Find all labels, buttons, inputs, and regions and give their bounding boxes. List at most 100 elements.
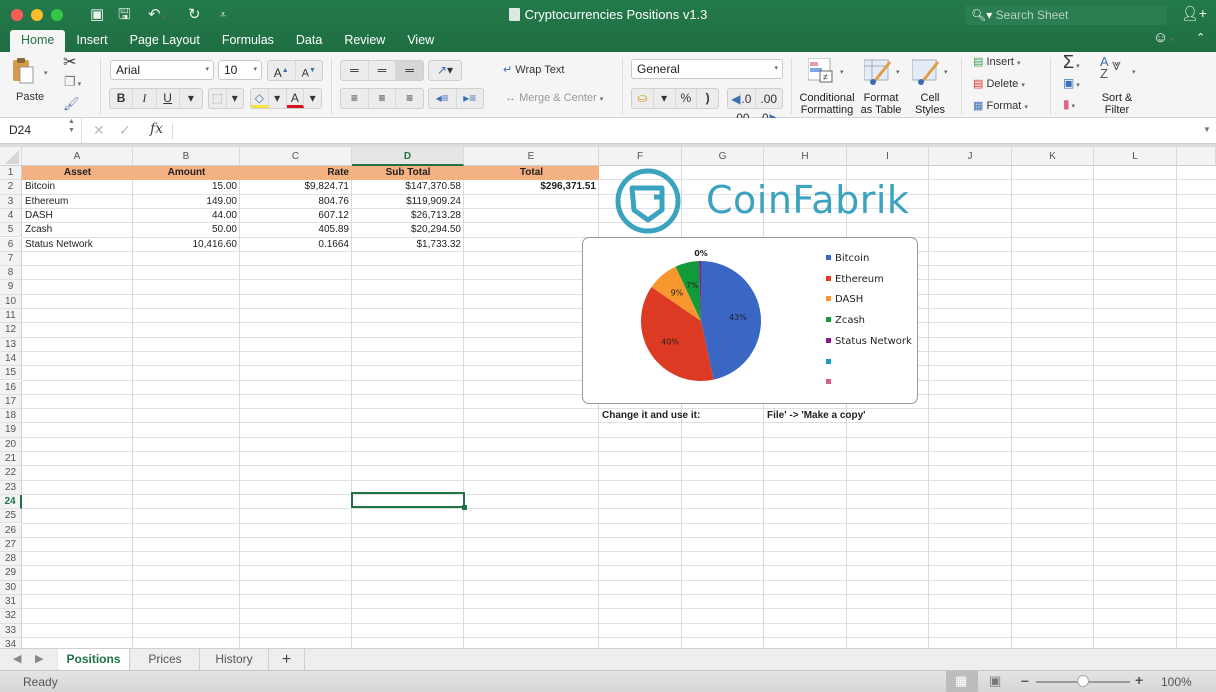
align-middle-button[interactable]: ═ xyxy=(369,61,397,80)
paste-button[interactable] xyxy=(12,57,34,84)
font-color-dropdown-icon[interactable]: ▾ xyxy=(304,89,321,108)
sheet-tab-history[interactable]: History xyxy=(200,649,269,671)
column-header-f[interactable]: F xyxy=(599,147,682,166)
legend-item[interactable]: Zcash xyxy=(826,315,865,326)
cell-amount[interactable]: 50.00 xyxy=(133,223,240,237)
fill-button[interactable]: ▣ ▾ xyxy=(1063,76,1080,90)
pie-chart[interactable]: 43% 40% 9% 7% 0% Bitcoin Ethereum DASH Zcash Sta… xyxy=(582,237,918,404)
cell-total[interactable] xyxy=(464,195,599,209)
row-header-5[interactable]: 5 xyxy=(0,223,22,238)
align-center-button[interactable]: ≡ xyxy=(369,89,397,108)
font-color-button[interactable]: A xyxy=(286,89,305,108)
row-header-26[interactable]: 26 xyxy=(0,523,22,538)
feedback-smiley-icon[interactable]: ☺ ▾ xyxy=(1153,29,1174,46)
tab-insert[interactable]: Insert xyxy=(65,30,118,52)
zoom-in-button[interactable]: + xyxy=(1135,672,1143,688)
align-bottom-button[interactable]: ═ xyxy=(396,61,424,80)
expand-formula-bar-icon[interactable]: ▼ xyxy=(1203,125,1211,134)
row-header-12[interactable]: 12 xyxy=(0,323,22,338)
row-header-19[interactable]: 19 xyxy=(0,423,22,438)
fill-handle[interactable] xyxy=(462,505,467,510)
select-all-corner[interactable] xyxy=(0,147,22,166)
sort-filter-icon[interactable]: A Z ⩔ xyxy=(1100,55,1121,80)
legend-item[interactable]: Bitcoin xyxy=(826,253,869,264)
align-right-button[interactable]: ≡ xyxy=(396,89,423,108)
tab-data[interactable]: Data xyxy=(285,30,333,52)
tab-formulas[interactable]: Formulas xyxy=(211,30,285,52)
row-header-34[interactable]: 34 xyxy=(0,637,22,648)
row-header-10[interactable]: 10 xyxy=(0,294,22,309)
accounting-format-button[interactable]: ⛀ xyxy=(632,89,654,108)
decrease-font-size-button[interactable]: A▼ xyxy=(296,61,323,80)
row-header-1[interactable]: 1 xyxy=(0,166,22,181)
cell-total[interactable] xyxy=(464,238,599,252)
decrease-decimal-button[interactable]: .00 .0▶ xyxy=(756,89,783,125)
row-header-23[interactable]: 23 xyxy=(0,480,22,495)
cell-total[interactable] xyxy=(464,223,599,237)
cell-subtotal[interactable]: $119,909.24 xyxy=(352,195,464,209)
row-header-14[interactable]: 14 xyxy=(0,351,22,367)
share-person-icon[interactable]: 👤︎+ xyxy=(1181,5,1207,22)
column-header-i[interactable]: I xyxy=(847,147,929,166)
row-header-7[interactable]: 7 xyxy=(0,251,22,267)
row-header-28[interactable]: 28 xyxy=(0,552,22,567)
note-change-it[interactable]: Change it and use it: xyxy=(599,409,764,423)
row-header-32[interactable]: 32 xyxy=(0,609,22,624)
cell-styles-button[interactable]: Cell Styles xyxy=(910,92,950,116)
bold-button[interactable]: B xyxy=(110,89,134,108)
header-asset[interactable]: Asset xyxy=(22,166,133,180)
column-header-m[interactable] xyxy=(1177,147,1216,166)
column-header-l[interactable]: L xyxy=(1094,147,1177,166)
row-header-31[interactable]: 31 xyxy=(0,595,22,610)
accounting-dropdown-icon[interactable]: ▾ xyxy=(654,89,676,108)
column-header-j[interactable]: J xyxy=(929,147,1012,166)
cell-asset[interactable]: DASH xyxy=(22,209,133,223)
cell-total[interactable]: $296,371.51 xyxy=(464,180,599,194)
row-header-21[interactable]: 21 xyxy=(0,452,22,467)
chevron-down-icon[interactable]: ▾ xyxy=(1132,68,1136,76)
column-header-e[interactable]: E xyxy=(464,147,599,166)
cell-rate[interactable]: $9,824.71 xyxy=(240,180,352,194)
wrap-text-button[interactable]: ↵ Wrap Text xyxy=(503,63,564,76)
legend-item[interactable]: Status Network xyxy=(826,336,912,347)
delete-cells-button[interactable]: ▤ Delete ▾ xyxy=(973,77,1025,90)
conditional-formatting-button[interactable]: Conditional Formatting xyxy=(798,92,856,116)
autosum-button[interactable]: Σ ▾ xyxy=(1063,52,1080,73)
row-header-30[interactable]: 30 xyxy=(0,580,22,595)
conditional-formatting-icon[interactable]: ≠ xyxy=(807,57,836,87)
cell-rate[interactable]: 607.12 xyxy=(240,209,352,223)
header-rate[interactable]: Rate xyxy=(240,166,352,180)
cell-styles-icon[interactable] xyxy=(911,58,942,89)
cut-scissors-icon[interactable]: ✂ xyxy=(63,52,76,72)
name-box-stepper-icon[interactable]: ▲ ▼ xyxy=(68,117,75,135)
fill-color-dropdown-icon[interactable]: ▾ xyxy=(269,89,287,108)
italic-button[interactable]: I xyxy=(133,89,157,108)
format-as-table-icon[interactable] xyxy=(863,58,894,89)
cell-rate[interactable]: 405.89 xyxy=(240,223,352,237)
cell-amount[interactable]: 10,416.60 xyxy=(133,238,240,252)
column-header-c[interactable]: C xyxy=(240,147,352,166)
add-sheet-button[interactable]: + xyxy=(269,649,305,671)
font-size-select[interactable]: 10 ▾ xyxy=(218,60,262,80)
row-header-15[interactable]: 15 xyxy=(0,366,22,381)
decrease-indent-button[interactable]: ◂≡ xyxy=(429,89,457,108)
chevron-down-icon[interactable]: ▾ xyxy=(840,68,844,76)
cell-asset[interactable]: Zcash xyxy=(22,223,133,237)
cell-subtotal[interactable]: $1,733.32 xyxy=(352,238,464,252)
copy-icon[interactable]: ❐ ▾ xyxy=(64,74,81,90)
confirm-check-icon[interactable]: ✓ xyxy=(119,122,131,139)
cell-asset[interactable]: Bitcoin xyxy=(22,180,133,194)
number-format-select[interactable]: General ▾ xyxy=(631,59,783,79)
align-top-button[interactable]: ═ xyxy=(341,61,369,80)
paste-dropdown-icon[interactable]: ▾ xyxy=(44,69,48,77)
increase-font-size-button[interactable]: A▲ xyxy=(268,61,296,80)
sheet-tab-prices[interactable]: Prices xyxy=(131,649,200,671)
row-header-11[interactable]: 11 xyxy=(0,309,22,324)
insert-cells-button[interactable]: ▤ Insert ▾ xyxy=(973,55,1021,68)
row-header-3[interactable]: 3 xyxy=(0,194,22,209)
column-header-k[interactable]: K xyxy=(1012,147,1094,166)
tab-review[interactable]: Review xyxy=(333,30,396,52)
sheet-tab-positions[interactable]: Positions xyxy=(58,649,130,671)
cell-subtotal[interactable]: $20,294.50 xyxy=(352,223,464,237)
row-header-22[interactable]: 22 xyxy=(0,466,22,481)
